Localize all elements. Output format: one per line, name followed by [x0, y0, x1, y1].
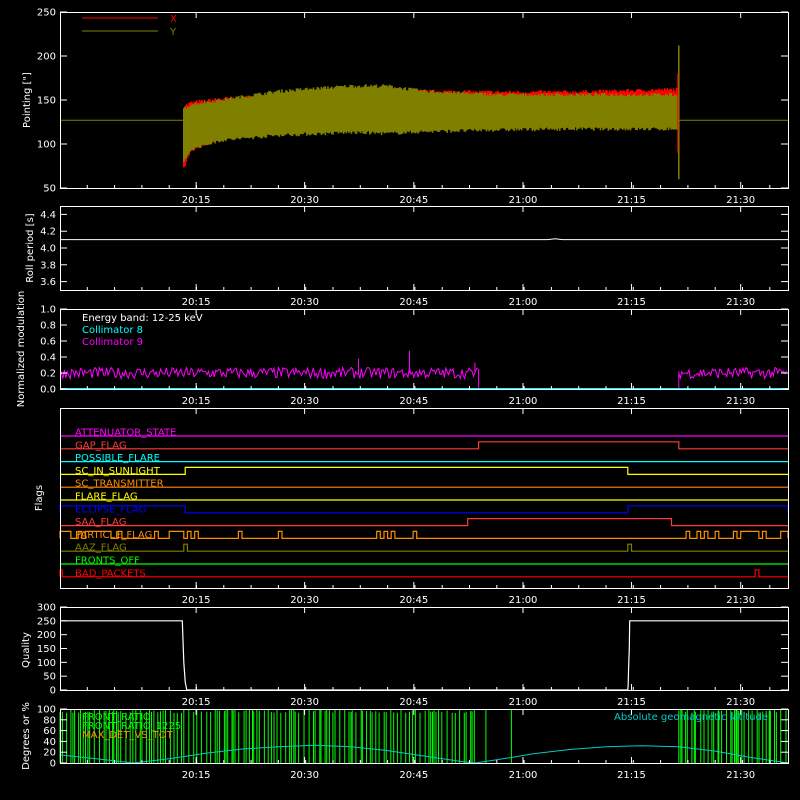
quality-x-tick-label: 20:45: [399, 697, 428, 708]
flags-x-tick-label: 20:45: [399, 595, 428, 606]
quality-y-tick-label: 300: [37, 603, 56, 614]
roll-period-x-tick-label: 21:15: [617, 297, 646, 308]
pointing-x-tick-label: 20:30: [290, 195, 319, 206]
legend-geomagnetic-latitude: Absolute geomagnetic latitude: [614, 712, 768, 723]
pointing-y-tick-label: 150: [37, 96, 56, 107]
pointing-x-tick-label: 21:15: [617, 195, 646, 206]
flag-label: SC_IN_SUNLIGHT: [75, 466, 161, 477]
flag-label: ATTENUATOR_STATE: [75, 428, 176, 439]
roll-period-y-axis-label: Roll period [s]: [25, 213, 36, 282]
geomagnetic-y-tick-label: 80: [43, 715, 56, 726]
geomagnetic-x-tick-label: 21:30: [726, 770, 755, 781]
flags-x-tick-label: 20:15: [182, 595, 211, 606]
geomagnetic-y-axis-label: Degrees or %: [21, 702, 32, 770]
quality-y-axis-label: Quality: [21, 632, 32, 668]
flags-y-axis-label: Flags: [34, 485, 45, 511]
pointing-x-tick-label: 20:15: [182, 195, 211, 206]
quality-x-tick-label: 20:15: [182, 697, 211, 708]
pointing-y-axis-label: Pointing ["]: [22, 72, 33, 128]
flags-x-tick-label: 21:00: [509, 595, 538, 606]
modulation-y-tick-label: 0.4: [40, 353, 56, 364]
roll-period-y-tick-label: 3.6: [40, 277, 56, 288]
geomagnetic-y-tick-label: 20: [43, 748, 56, 759]
roll-period-x-tick-label: 20:45: [399, 297, 428, 308]
quality-x-tick-label: 20:30: [290, 697, 319, 708]
quality-y-tick-label: 50: [43, 672, 56, 683]
modulation-x-tick-label: 21:00: [509, 396, 538, 407]
modulation-y-axis-label-text: Normalized modulation: [16, 291, 27, 408]
legend-max-det-vs-tot: MAX_DET_VS_TOT: [82, 730, 174, 741]
geomagnetic-x-tick-label: 21:15: [617, 770, 646, 781]
geomagnetic-x-tick-label: 20:30: [290, 770, 319, 781]
flag-label: SC_TRANSMITTER: [75, 479, 164, 490]
geomagnetic-y-tick-label: 100: [37, 705, 56, 716]
quality-y-tick-label: 150: [37, 644, 56, 655]
roll-period-y-tick-label: 4.4: [40, 210, 56, 221]
flag-label: SAA_FLAG: [75, 517, 126, 528]
roll-period-x-tick-label: 20:15: [182, 297, 211, 308]
pointing-y-tick-label: 50: [43, 184, 56, 195]
roll-period-y-tick-label: 3.8: [40, 260, 56, 271]
flag-label: FLARE_FLAG: [75, 492, 138, 503]
roll-period-y-tick-label: 4.0: [40, 244, 56, 255]
flag-label: POSSIBLE_FLARE: [75, 453, 160, 464]
quality-y-tick-label: 250: [37, 616, 56, 627]
legend-y-label: Y: [169, 27, 177, 38]
geomagnetic-y-tick-label: 60: [43, 726, 56, 737]
figure-canvas: 20:15 20:30 20:45 21:00 21:15 21:30 50 100 150 20…: [0, 0, 800, 800]
flags-x-tick-label: 21:30: [726, 595, 755, 606]
modulation-x-tick-label: 21:30: [726, 396, 755, 407]
quality-x-tick-label: 21:15: [617, 697, 646, 708]
geomagnetic-x-tick-label: 20:15: [182, 770, 211, 781]
modulation-x-tick-label: 20:30: [290, 396, 319, 407]
modulation-y-axis-label: Normalized modulation: [16, 291, 27, 408]
modulation-y-tick-label: 0.8: [40, 321, 56, 332]
modulation-y-tick-label: 0.0: [40, 385, 56, 396]
modulation-x-tick-label: 20:45: [399, 396, 428, 407]
quality-x-tick-label: 21:00: [509, 697, 538, 708]
pointing-x-tick-label: 21:30: [726, 195, 755, 206]
quality-y-tick-label: 100: [37, 658, 56, 669]
pointing-y-tick-label: 200: [37, 52, 56, 63]
legend-collimator-9: Collimator 9: [82, 337, 143, 348]
pointing-x-tick-label: 20:45: [399, 195, 428, 206]
energy-band-annotation: Energy band: 12-25 keV: [82, 313, 203, 324]
roll-period-x-tick-label: 21:00: [509, 297, 538, 308]
geomagnetic-x-tick-label: 21:00: [509, 770, 538, 781]
flag-label: FRONTS_OFF: [75, 556, 140, 567]
geomagnetic-y-tick-label: 0: [50, 759, 56, 770]
legend-collimator-8: Collimator 8: [82, 325, 143, 336]
flags-x-tick-label: 20:30: [290, 595, 319, 606]
pointing-y-tick-label: 250: [37, 8, 56, 19]
quality-x-tick-label: 21:30: [726, 697, 755, 708]
geomagnetic-x-tick-label: 20:45: [399, 770, 428, 781]
pointing-x-tick-label: 21:00: [509, 195, 538, 206]
flag-label: GAP_FLAG: [75, 440, 127, 451]
flags-x-tick-label: 21:15: [617, 595, 646, 606]
roll-period-x-tick-label: 20:30: [290, 297, 319, 308]
modulation-y-tick-label: 0.2: [40, 369, 56, 380]
quality-y-tick-label: 200: [37, 630, 56, 641]
flag-label: AAZ_FLAG: [75, 543, 127, 554]
modulation-x-tick-label: 21:15: [617, 396, 646, 407]
modulation-y-tick-label: 0.6: [40, 337, 56, 348]
quality-y-tick-label: 0: [50, 686, 56, 697]
legend-x-label: X: [170, 14, 177, 25]
modulation-y-tick-label: 1.0: [40, 305, 56, 316]
modulation-x-tick-label: 20:15: [182, 396, 211, 407]
pointing-y-tick-label: 100: [37, 140, 56, 151]
flag-label: BAD_PACKETS: [75, 568, 146, 579]
roll-period-x-tick-label: 21:30: [726, 297, 755, 308]
roll-period-y-tick-label: 4.2: [40, 227, 56, 238]
geomagnetic-y-tick-label: 40: [43, 737, 56, 748]
